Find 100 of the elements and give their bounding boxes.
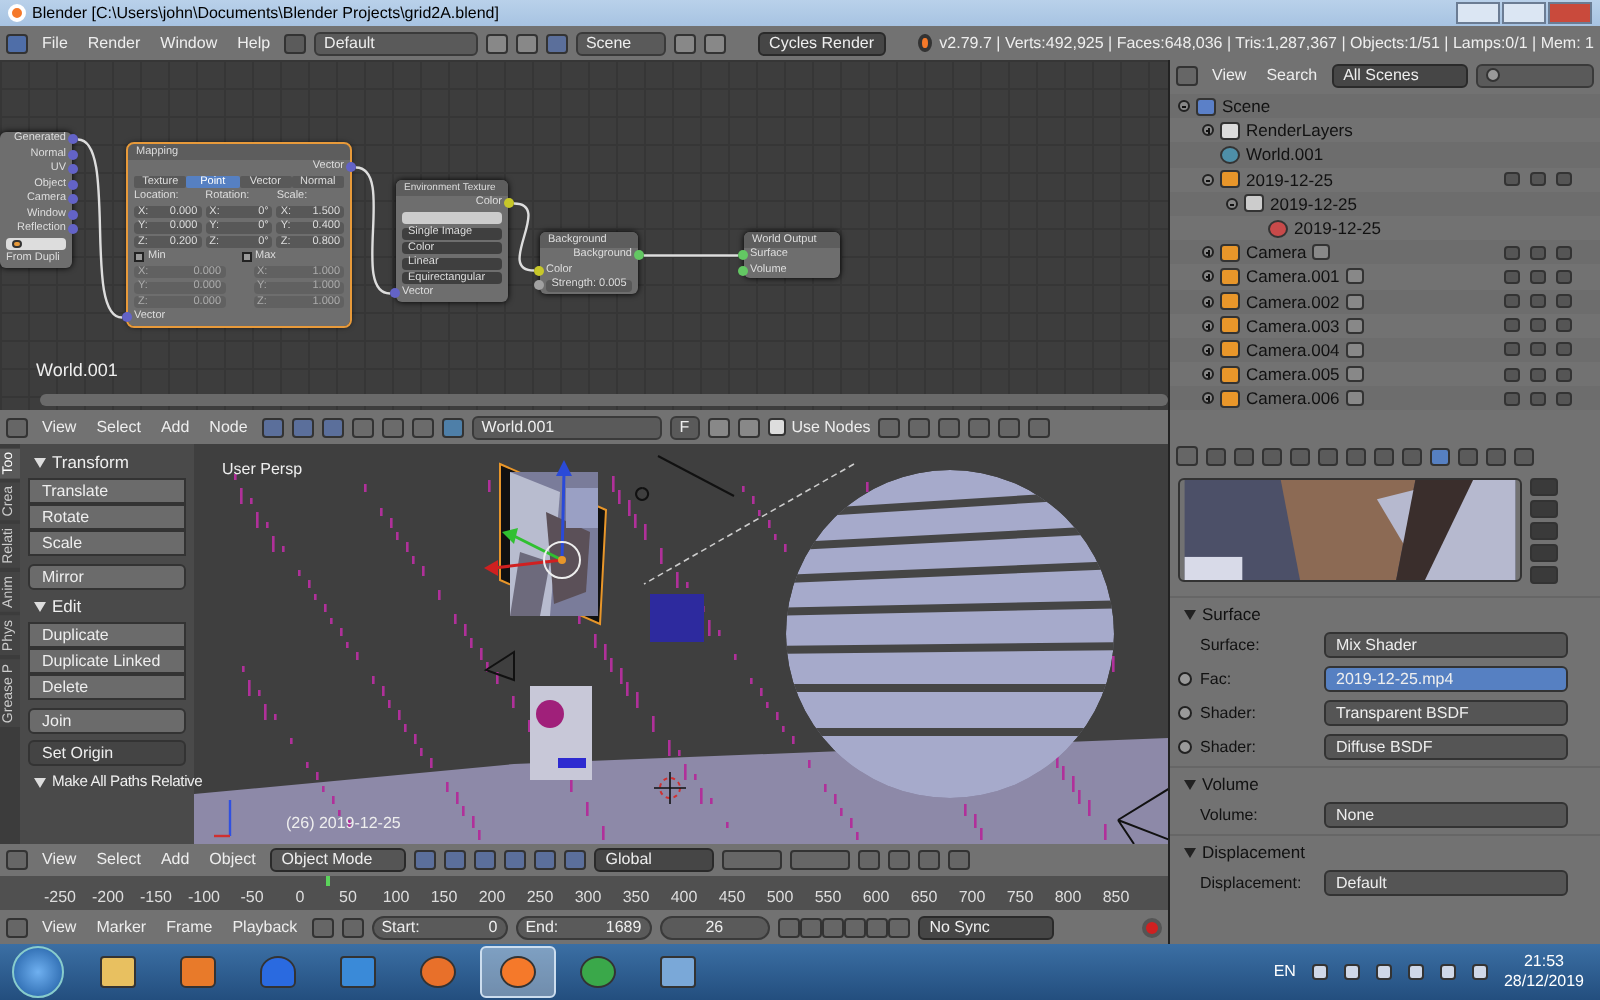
start-field[interactable]: Start: 0 [371, 915, 508, 939]
outliner-item[interactable]: RenderLayers [1170, 118, 1600, 143]
expand-icon[interactable] [1184, 609, 1196, 619]
socket-link-icon[interactable] [1178, 706, 1192, 720]
menu-item[interactable]: Marker [90, 917, 153, 937]
checkbox[interactable] [767, 418, 786, 436]
expand-icon[interactable] [1184, 779, 1196, 789]
tool-button[interactable]: Duplicate [28, 622, 186, 648]
menu-item[interactable]: Frame [160, 917, 219, 937]
menu-item[interactable]: View [36, 917, 83, 937]
tool-button[interactable]: Rotate [28, 504, 186, 530]
shader-dropdown[interactable]: 2019-12-25.mp4 [1324, 666, 1568, 692]
tool-button[interactable]: Mirror [28, 564, 186, 590]
tool-button[interactable]: Join [28, 708, 186, 734]
menu-item[interactable]: Help [231, 33, 277, 53]
shader-dropdown[interactable]: Mix Shader [1324, 632, 1568, 658]
checkbox[interactable] [134, 252, 144, 263]
render-engine-dropdown[interactable]: Cycles Render [757, 31, 887, 55]
socket-dot[interactable] [738, 250, 748, 261]
socket-dot[interactable] [68, 179, 78, 190]
outliner-item[interactable]: Scene [1170, 94, 1600, 119]
expand-icon[interactable] [1184, 847, 1196, 857]
socket-dot[interactable] [122, 312, 132, 323]
expand-icon[interactable] [1202, 392, 1214, 405]
socket-dot[interactable] [534, 265, 544, 276]
world-field[interactable]: World.001 [471, 415, 662, 439]
socket-dot[interactable] [346, 162, 356, 173]
fake-user-button[interactable]: F [669, 415, 700, 439]
sync-dropdown[interactable]: No Sync [917, 915, 1054, 939]
expand-icon[interactable] [1178, 100, 1190, 113]
outliner-item[interactable]: World.001 [1170, 142, 1600, 168]
outliner-item[interactable]: Camera.006 [1170, 386, 1600, 411]
expand-icon[interactable] [1202, 295, 1214, 308]
frame-field[interactable]: 26 [659, 915, 770, 939]
shader-dropdown[interactable]: None [1324, 802, 1568, 828]
menu-item[interactable]: Object [203, 850, 262, 870]
socket-dot[interactable] [68, 209, 78, 220]
outliner-item[interactable]: Camera.001 [1170, 264, 1600, 289]
socket-link-icon[interactable] [1178, 672, 1192, 686]
expand-icon[interactable] [1202, 343, 1214, 356]
menu-item[interactable]: Select [90, 417, 147, 437]
menu-item[interactable]: Node [203, 417, 254, 437]
outliner-item[interactable]: Camera.002 [1170, 289, 1600, 314]
menu-item[interactable]: Add [154, 850, 196, 870]
outliner-item[interactable]: Camera [1170, 240, 1600, 265]
orientation-dropdown[interactable]: Global [593, 848, 714, 872]
display-dropdown[interactable]: All Scenes [1331, 63, 1469, 87]
outliner-item[interactable]: Camera.003 [1170, 313, 1600, 338]
menu-item[interactable]: Playback [226, 917, 304, 937]
menu-item[interactable]: View [1206, 65, 1253, 85]
menu-item[interactable]: View [36, 417, 83, 437]
socket-dot[interactable] [68, 134, 78, 145]
menu-item[interactable]: Search [1260, 65, 1324, 85]
menu-item[interactable]: Render [81, 33, 147, 53]
layout-field[interactable]: Default [314, 31, 478, 55]
menu-item[interactable]: Window [154, 33, 224, 53]
outliner-item[interactable]: Camera.005 [1170, 362, 1600, 387]
expand-icon[interactable] [1202, 173, 1214, 186]
scrollbar[interactable] [40, 394, 1168, 406]
menu-item[interactable]: Select [90, 850, 147, 870]
language-indicator[interactable]: EN [1273, 962, 1296, 982]
outliner-item[interactable]: 2019-12-25 [1170, 167, 1600, 192]
expand-icon[interactable] [1202, 124, 1214, 137]
expand-icon[interactable] [1202, 270, 1214, 283]
clock-time[interactable]: 21:53 [1523, 952, 1564, 972]
socket-dot[interactable] [634, 250, 644, 261]
node-panel[interactable] [128, 144, 350, 325]
socket-dot[interactable] [738, 265, 748, 276]
end-field[interactable]: End: 1689 [515, 915, 652, 939]
start-button[interactable] [12, 946, 64, 998]
menu-item[interactable]: View [36, 850, 83, 870]
maximize-button[interactable] [1502, 2, 1546, 24]
outliner-item[interactable]: Camera.004 [1170, 337, 1600, 363]
image-selector[interactable] [402, 212, 502, 225]
shader-dropdown[interactable]: Diffuse BSDF [1324, 734, 1568, 760]
socket-dot[interactable] [68, 164, 78, 175]
minimize-button[interactable] [1456, 2, 1500, 24]
menu-item[interactable]: File [36, 33, 74, 53]
socket-dot[interactable] [68, 149, 78, 160]
tool-button[interactable]: Translate [28, 478, 186, 504]
expand-icon[interactable] [1202, 319, 1214, 332]
expand-icon[interactable] [1226, 197, 1238, 210]
tool-button[interactable]: Scale [28, 530, 186, 556]
tool-button[interactable]: Delete [28, 674, 186, 700]
checkbox[interactable] [241, 252, 251, 263]
socket-dot[interactable] [68, 224, 78, 235]
taskbar-app[interactable] [480, 946, 556, 998]
clock-date[interactable]: 28/12/2019 [1503, 972, 1584, 992]
origin-dropdown[interactable]: Set Origin [28, 740, 186, 766]
object-field[interactable] [6, 238, 66, 251]
scene-field[interactable]: Scene [575, 31, 666, 55]
menu-item[interactable]: Add [154, 417, 196, 437]
shader-dropdown[interactable]: Transparent BSDF [1324, 700, 1568, 726]
socket-dot[interactable] [68, 194, 78, 205]
mode-dropdown[interactable]: Object Mode [269, 848, 406, 872]
search-field[interactable] [1476, 63, 1594, 87]
outliner-item[interactable]: 2019-12-25 [1170, 215, 1600, 241]
socket-dot[interactable] [534, 280, 544, 291]
socket-dot[interactable] [390, 288, 400, 299]
expand-icon[interactable] [1202, 368, 1214, 381]
